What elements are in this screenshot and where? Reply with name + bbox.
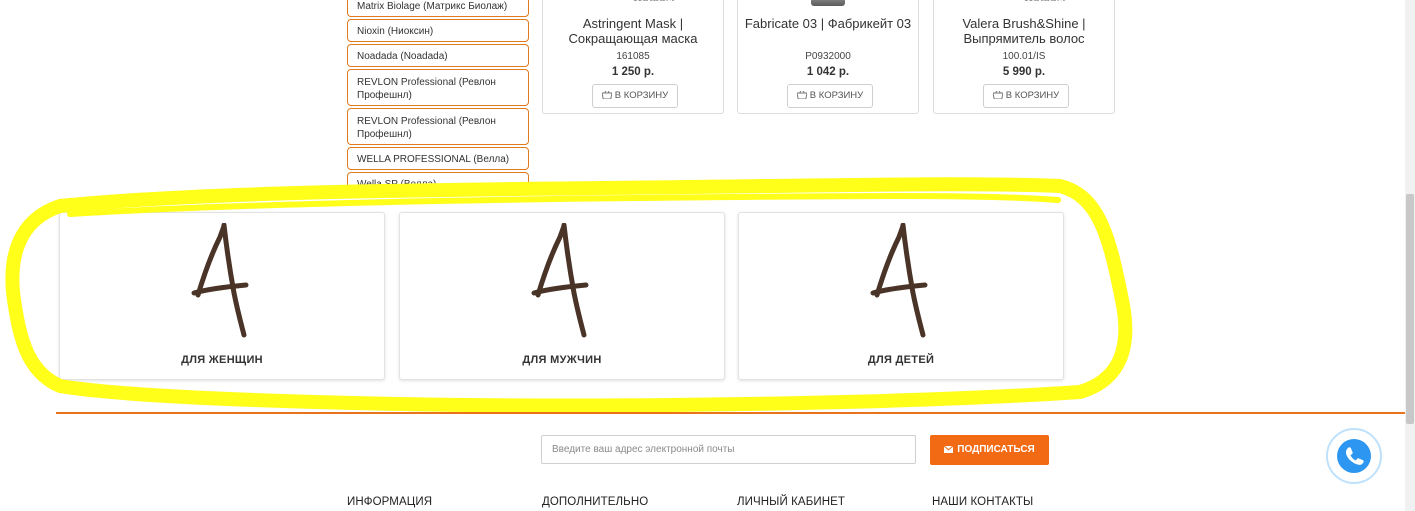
category-tile-women[interactable]: ДЛЯ ЖЕНЩИН [59, 212, 385, 380]
product-image[interactable]: Кашам [934, 0, 1114, 7]
add-to-cart-button[interactable]: В КОРЗИНУ [983, 84, 1069, 108]
letter-a-logo [870, 223, 928, 338]
page-scrollbar[interactable] [1405, 0, 1415, 511]
call-button[interactable] [1337, 439, 1371, 473]
category-label[interactable]: ДЛЯ ДЕТЕЙ [739, 354, 1063, 366]
footer-heading-account[interactable]: ЛИЧНЫЙ КАБИНЕТ [737, 496, 845, 508]
product-card[interactable]: Кашам Astringent Mask | Сокращающая маск… [542, 0, 724, 114]
brand-item[interactable]: Nioxin (Ниоксин) [347, 19, 529, 42]
callback-widget[interactable] [1326, 428, 1382, 484]
scrollbar-thumb[interactable] [1406, 194, 1414, 424]
add-to-cart-button[interactable]: В КОРЗИНУ [592, 84, 678, 108]
category-tile-men[interactable]: ДЛЯ МУЖЧИН [399, 212, 725, 380]
product-card[interactable]: Кашам Valera Brush&Shine | Выпрямитель в… [933, 0, 1115, 114]
add-to-cart-button[interactable]: В КОРЗИНУ [787, 84, 873, 108]
phone-icon [1345, 447, 1364, 465]
product-image[interactable]: Кашам [543, 0, 723, 7]
brand-item[interactable]: WELLA PROFESSIONAL (Велла) [347, 147, 529, 170]
product-price: 5 990 р. [1002, 66, 1046, 78]
add-to-cart-label: В КОРЗИНУ [1005, 90, 1060, 101]
footer-heading-extra[interactable]: ДОПОЛНИТЕЛЬНО [542, 496, 648, 508]
brand-filter-list: Matrix Biolage (Матрикс Биолаж) Nioxin (… [347, 0, 529, 197]
category-label[interactable]: ДЛЯ ЖЕНЩИН [60, 354, 384, 366]
footer-divider [56, 412, 1406, 414]
email-field[interactable] [541, 435, 916, 464]
letter-a-logo [531, 223, 589, 338]
category-tile-kids[interactable]: ДЛЯ ДЕТЕЙ [738, 212, 1064, 380]
subscribe-label: ПОДПИСАТЬСЯ [957, 444, 1035, 455]
brand-item[interactable]: Matrix Biolage (Матрикс Биолаж) [347, 0, 529, 17]
product-code: 161085 [616, 51, 650, 62]
category-label[interactable]: ДЛЯ МУЖЧИН [400, 354, 724, 366]
subscribe-button[interactable]: ПОДПИСАТЬСЯ [930, 435, 1049, 465]
footer-heading-info[interactable]: ИНФОРМАЦИЯ [347, 496, 432, 508]
product-image[interactable] [738, 0, 918, 7]
add-to-cart-label: В КОРЗИНУ [614, 90, 669, 101]
brand-item[interactable]: Noadada (Noadada) [347, 44, 529, 67]
envelope-icon [944, 445, 954, 453]
product-card[interactable]: Fabricate 03 | Фабрикейт 03 P0932000 1 0… [737, 0, 919, 114]
brand-item[interactable]: Wella SP (Велла) [347, 172, 529, 195]
basket-icon [601, 91, 612, 99]
product-title[interactable]: Astringent Mask | Сокращающая маска [549, 16, 717, 46]
product-price: 1 250 р. [611, 66, 655, 78]
product-title[interactable]: Fabricate 03 | Фабрикейт 03 [744, 16, 912, 31]
basket-icon [992, 91, 1003, 99]
brand-item[interactable]: REVLON Professional (Ревлон Профешнл) [347, 69, 529, 106]
brand-item[interactable]: REVLON Professional (Ревлон Профешнл) [347, 108, 529, 145]
product-code: P0932000 [805, 51, 851, 62]
product-title[interactable]: Valera Brush&Shine | Выпрямитель волос [940, 16, 1108, 46]
letter-a-logo [191, 223, 249, 338]
product-price: 1 042 р. [806, 66, 850, 78]
product-code: 100.01/IS [1002, 51, 1046, 62]
add-to-cart-label: В КОРЗИНУ [809, 90, 864, 101]
footer-heading-contacts[interactable]: НАШИ КОНТАКТЫ [932, 496, 1033, 508]
basket-icon [796, 91, 807, 99]
